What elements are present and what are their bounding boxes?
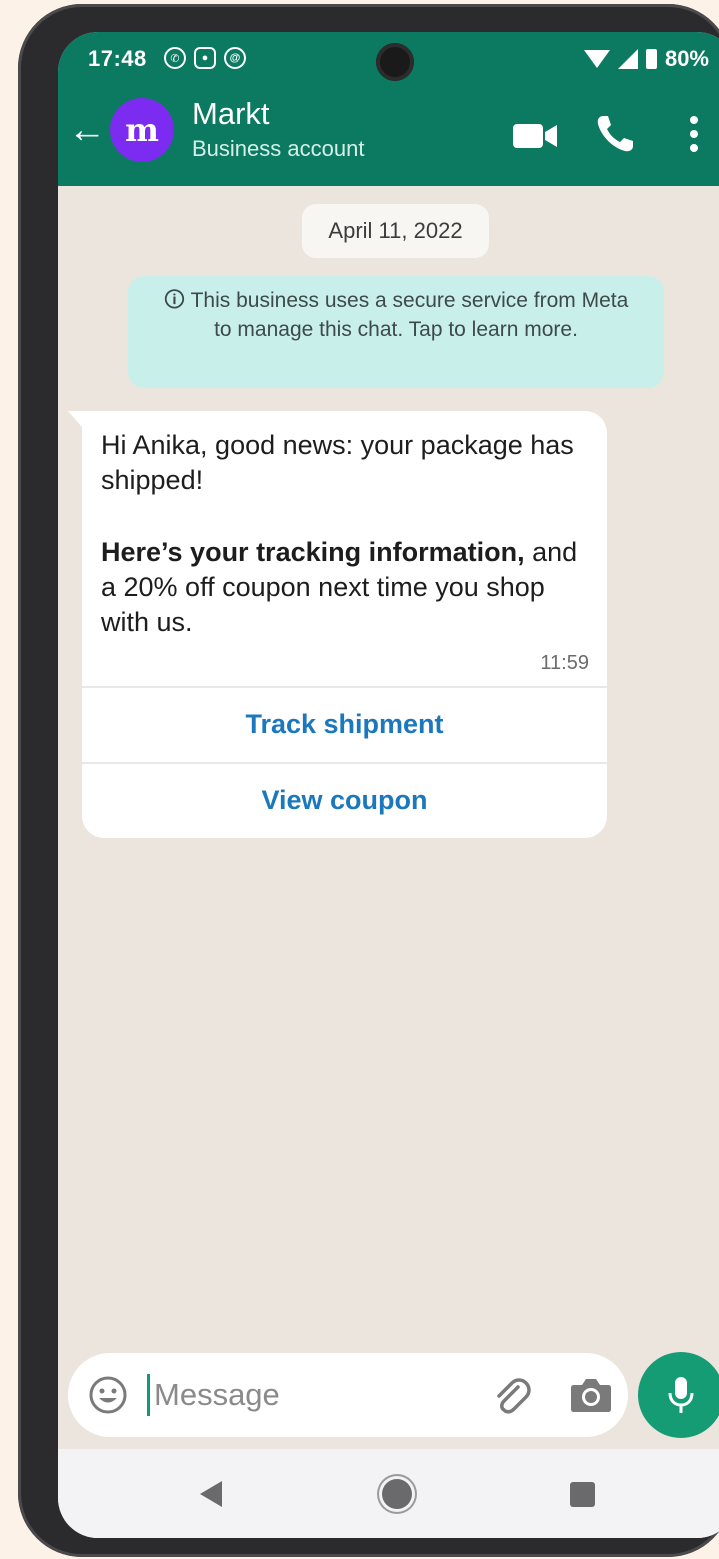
- avatar[interactable]: m: [110, 98, 174, 162]
- voice-call-icon[interactable]: [593, 112, 637, 156]
- contact-subtitle: Business account: [192, 136, 365, 161]
- attach-icon[interactable]: [488, 1373, 534, 1419]
- status-right: 80%: [583, 46, 709, 72]
- emoji-icon[interactable]: [88, 1375, 128, 1415]
- notification-icons: ✆ ● @: [164, 47, 246, 69]
- battery-icon: [645, 49, 657, 69]
- status-bar: 17:48 ✆ ● @ 80%: [58, 32, 719, 90]
- view-coupon-button[interactable]: View coupon: [82, 762, 607, 836]
- message-input[interactable]: [154, 1367, 454, 1423]
- video-call-icon[interactable]: [513, 122, 557, 150]
- notice-text: This business uses a secure service from…: [190, 289, 629, 341]
- message-time: 11:59: [540, 652, 589, 674]
- front-camera: [376, 43, 414, 81]
- date-chip: April 11, 2022: [302, 204, 489, 258]
- info-icon: 🛈: [163, 289, 186, 312]
- more-vert-icon[interactable]: [684, 112, 704, 156]
- track-shipment-button[interactable]: Track shipment: [82, 686, 607, 760]
- chat-header: ← m Markt Business account: [58, 90, 719, 186]
- screen: 17:48 ✆ ● @ 80% ← m Markt Business accou…: [58, 32, 719, 1538]
- system-nav-bar: [58, 1449, 719, 1538]
- whatsapp-icon: ✆: [164, 47, 186, 69]
- contact-name[interactable]: Markt: [192, 96, 270, 132]
- signal-icon: [617, 49, 638, 69]
- nav-back-icon[interactable]: [200, 1481, 222, 1507]
- nav-home-icon[interactable]: [382, 1479, 412, 1509]
- text-caret: [147, 1374, 150, 1416]
- message-text: Hi Anika, good news: your package has sh…: [101, 428, 593, 640]
- nav-recents-icon[interactable]: [570, 1482, 595, 1507]
- mic-icon: [668, 1377, 694, 1413]
- battery-percent: 80%: [664, 46, 709, 71]
- instagram-icon: ●: [194, 47, 216, 69]
- chat-area[interactable]: April 11, 2022 🛈 This business uses a se…: [58, 186, 719, 1350]
- threads-icon: @: [224, 47, 246, 69]
- camera-icon[interactable]: [570, 1375, 612, 1415]
- message-line-1: Hi Anika, good news: your package has sh…: [101, 430, 574, 495]
- arrow-left-icon[interactable]: ←: [68, 110, 106, 150]
- wifi-icon: [583, 50, 610, 68]
- encryption-notice[interactable]: 🛈 This business uses a secure service fr…: [128, 276, 664, 388]
- phone-frame: 17:48 ✆ ● @ 80% ← m Markt Business accou…: [18, 4, 719, 1557]
- mic-button[interactable]: [638, 1352, 719, 1438]
- message-paragraph-2: Here’s your tracking information, and a …: [101, 535, 593, 640]
- status-time: 17:48: [88, 46, 147, 71]
- message-bubble[interactable]: Hi Anika, good news: your package has sh…: [68, 411, 607, 838]
- message-bold: Here’s your tracking information,: [101, 537, 525, 567]
- top-bar: 17:48 ✆ ● @ 80% ← m Markt Business accou…: [58, 32, 719, 186]
- message-composer: [68, 1353, 628, 1437]
